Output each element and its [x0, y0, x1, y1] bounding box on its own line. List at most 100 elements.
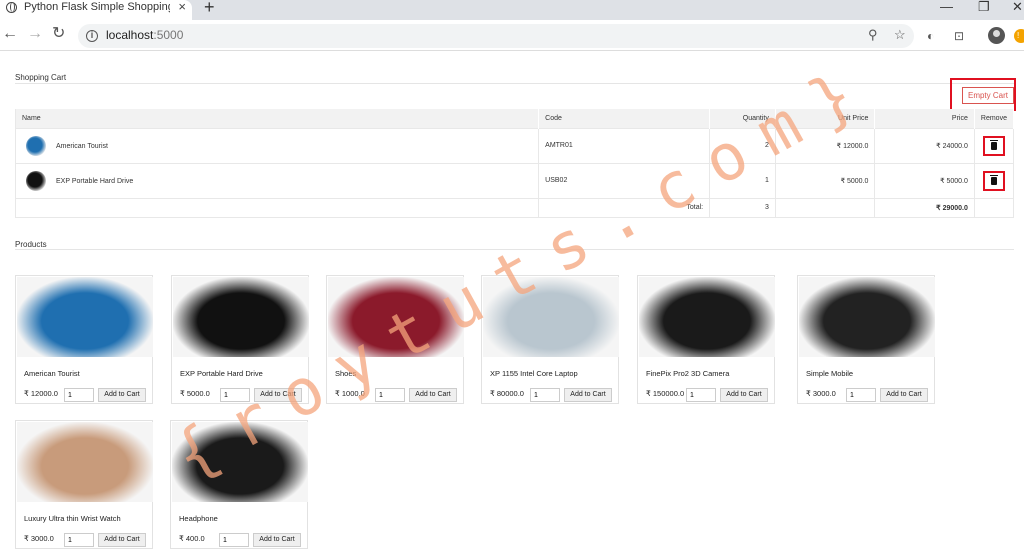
new-tab-icon[interactable]: +	[204, 0, 215, 18]
cart-item-name: American Tourist	[56, 142, 109, 150]
product-card: Simple Mobile ₹ 3000.0 Add to Cart	[797, 275, 935, 404]
total-price: ₹ 29000.0	[874, 197, 975, 218]
minimize-icon[interactable]: —	[940, 0, 953, 14]
quantity-input[interactable]	[219, 533, 249, 547]
add-to-cart-button[interactable]: Add to Cart	[720, 388, 768, 402]
quantity-input[interactable]	[686, 388, 716, 402]
bookmark-star-icon[interactable]: ☆	[894, 27, 906, 43]
product-name: Luxury Ultra thin Wrist Watch	[24, 514, 121, 523]
total-quantity: 3	[709, 197, 776, 218]
product-image	[172, 422, 308, 502]
globe-icon	[6, 2, 17, 13]
back-icon[interactable]: ←	[2, 26, 18, 42]
add-to-cart-button[interactable]: Add to Cart	[880, 388, 928, 402]
quantity-input[interactable]	[846, 388, 876, 402]
address-bar[interactable]: i localhost:5000 ⚲ ☆	[78, 24, 914, 48]
cart-item-code: USB02	[538, 162, 711, 198]
browser-tab[interactable]: Python Flask Simple Shopping C ×	[0, 0, 192, 20]
profile-avatar-icon[interactable]	[988, 27, 1005, 44]
product-price: ₹ 3000.0	[806, 389, 836, 398]
product-card: Shoes ₹ 1000.0 Add to Cart	[326, 275, 464, 404]
product-name: Simple Mobile	[806, 369, 854, 378]
product-image	[17, 422, 153, 502]
update-badge[interactable]: !	[1014, 29, 1024, 43]
product-name: FinePix Pro2 3D Camera	[646, 369, 730, 378]
browser-toolbar: ← → ↻ i localhost:5000 ⚲ ☆ ◐ ⊡ !	[0, 20, 1024, 51]
col-remove: Remove	[974, 109, 1015, 128]
product-name: Shoes	[335, 369, 357, 378]
product-price: ₹ 150000.0	[646, 389, 685, 398]
product-name: EXP Portable Hard Drive	[180, 369, 263, 378]
quantity-input[interactable]	[530, 388, 560, 402]
add-to-cart-button[interactable]: Add to Cart	[254, 388, 302, 402]
extension-icon[interactable]: ◐	[927, 29, 934, 43]
col-quantity: Quantity	[709, 109, 776, 128]
product-card: EXP Portable Hard Drive ₹ 5000.0 Add to Ca…	[171, 275, 309, 404]
url-text[interactable]: localhost:5000	[106, 28, 183, 42]
reload-icon[interactable]: ↻	[52, 26, 65, 42]
cart-section-title: Shopping Cart	[15, 73, 67, 82]
product-card: Luxury Ultra thin Wrist Watch ₹ 3000.0 Add…	[15, 420, 153, 549]
trash-icon	[989, 174, 998, 185]
divider	[15, 83, 1014, 84]
site-info-icon[interactable]: i	[86, 30, 98, 42]
product-card: Headphone ₹ 400.0 Add to Cart	[170, 420, 308, 549]
product-card: American Tourist ₹ 12000.0 Add to Cart	[15, 275, 153, 404]
product-card: FinePix Pro2 3D Camera ₹ 150000.0 Add to C…	[637, 275, 775, 404]
add-to-cart-button[interactable]: Add to Cart	[98, 533, 146, 547]
cart-item-unit-price: ₹ 12000.0	[775, 127, 876, 163]
product-card: XP 1155 Intel Core Laptop ₹ 80000.0 Add to…	[481, 275, 619, 404]
tab-close-icon[interactable]: ×	[178, 0, 186, 14]
quantity-input[interactable]	[375, 388, 405, 402]
col-unit-price: Unit Price	[775, 109, 876, 128]
product-thumbnail	[26, 170, 46, 191]
cart-item-quantity: 1	[709, 162, 776, 198]
cart-item-price: ₹ 5000.0	[874, 162, 975, 198]
product-name: Headphone	[179, 514, 218, 523]
product-price: ₹ 400.0	[179, 534, 205, 543]
product-price: ₹ 12000.0	[24, 389, 58, 398]
product-image	[799, 277, 935, 357]
col-name: Name	[14, 109, 540, 128]
cart-item-name: EXP Portable Hard Drive	[56, 177, 134, 185]
tab-strip: Python Flask Simple Shopping C × + — ❐ ✕	[0, 0, 1024, 20]
cart-item-code: AMTR01	[538, 127, 711, 163]
cart-item-quantity: 2	[709, 127, 776, 163]
zoom-icon[interactable]: ⚲	[868, 27, 878, 43]
product-image	[17, 277, 153, 357]
product-name: XP 1155 Intel Core Laptop	[490, 369, 578, 378]
add-to-cart-button[interactable]: Add to Cart	[253, 533, 301, 547]
product-price: ₹ 3000.0	[24, 534, 54, 543]
cart-row: American Tourist AMTR01 2 ₹ 12000.0 ₹ 24…	[14, 127, 1015, 163]
quantity-input[interactable]	[220, 388, 250, 402]
products-section-title: Products	[15, 240, 47, 249]
col-price: Price	[874, 109, 975, 128]
quantity-input[interactable]	[64, 533, 94, 547]
divider	[15, 249, 1014, 250]
trash-icon	[989, 139, 998, 150]
product-thumbnail	[26, 135, 46, 156]
remove-button[interactable]	[982, 170, 1005, 191]
add-to-cart-button[interactable]: Add to Cart	[98, 388, 146, 402]
cart-row: EXP Portable Hard Drive USB02 1 ₹ 5000.0…	[14, 162, 1015, 198]
tab-title: Python Flask Simple Shopping C	[24, 1, 170, 13]
empty-cart-button[interactable]: Empty Cart	[962, 87, 1014, 104]
restore-icon[interactable]: ❐	[978, 0, 990, 15]
cart-total-row: Total: 3 ₹ 29000.0	[14, 197, 1015, 218]
cart-header-row: Name Code Quantity Unit Price Price Remo…	[14, 109, 1015, 128]
product-price: ₹ 1000.0	[335, 389, 365, 398]
product-image	[173, 277, 309, 357]
product-price: ₹ 5000.0	[180, 389, 210, 398]
cart-table: Name Code Quantity Unit Price Price Remo…	[14, 109, 1015, 218]
product-image	[328, 277, 464, 357]
product-image	[639, 277, 775, 357]
col-code: Code	[538, 109, 711, 128]
forward-icon[interactable]: →	[27, 26, 43, 42]
close-window-icon[interactable]: ✕	[1012, 0, 1023, 15]
add-to-cart-button[interactable]: Add to Cart	[564, 388, 612, 402]
cart-item-unit-price: ₹ 5000.0	[775, 162, 876, 198]
add-to-cart-button[interactable]: Add to Cart	[409, 388, 457, 402]
remove-button[interactable]	[982, 135, 1005, 156]
quantity-input[interactable]	[64, 388, 94, 402]
extension-box-icon[interactable]: ⊡	[954, 29, 964, 43]
